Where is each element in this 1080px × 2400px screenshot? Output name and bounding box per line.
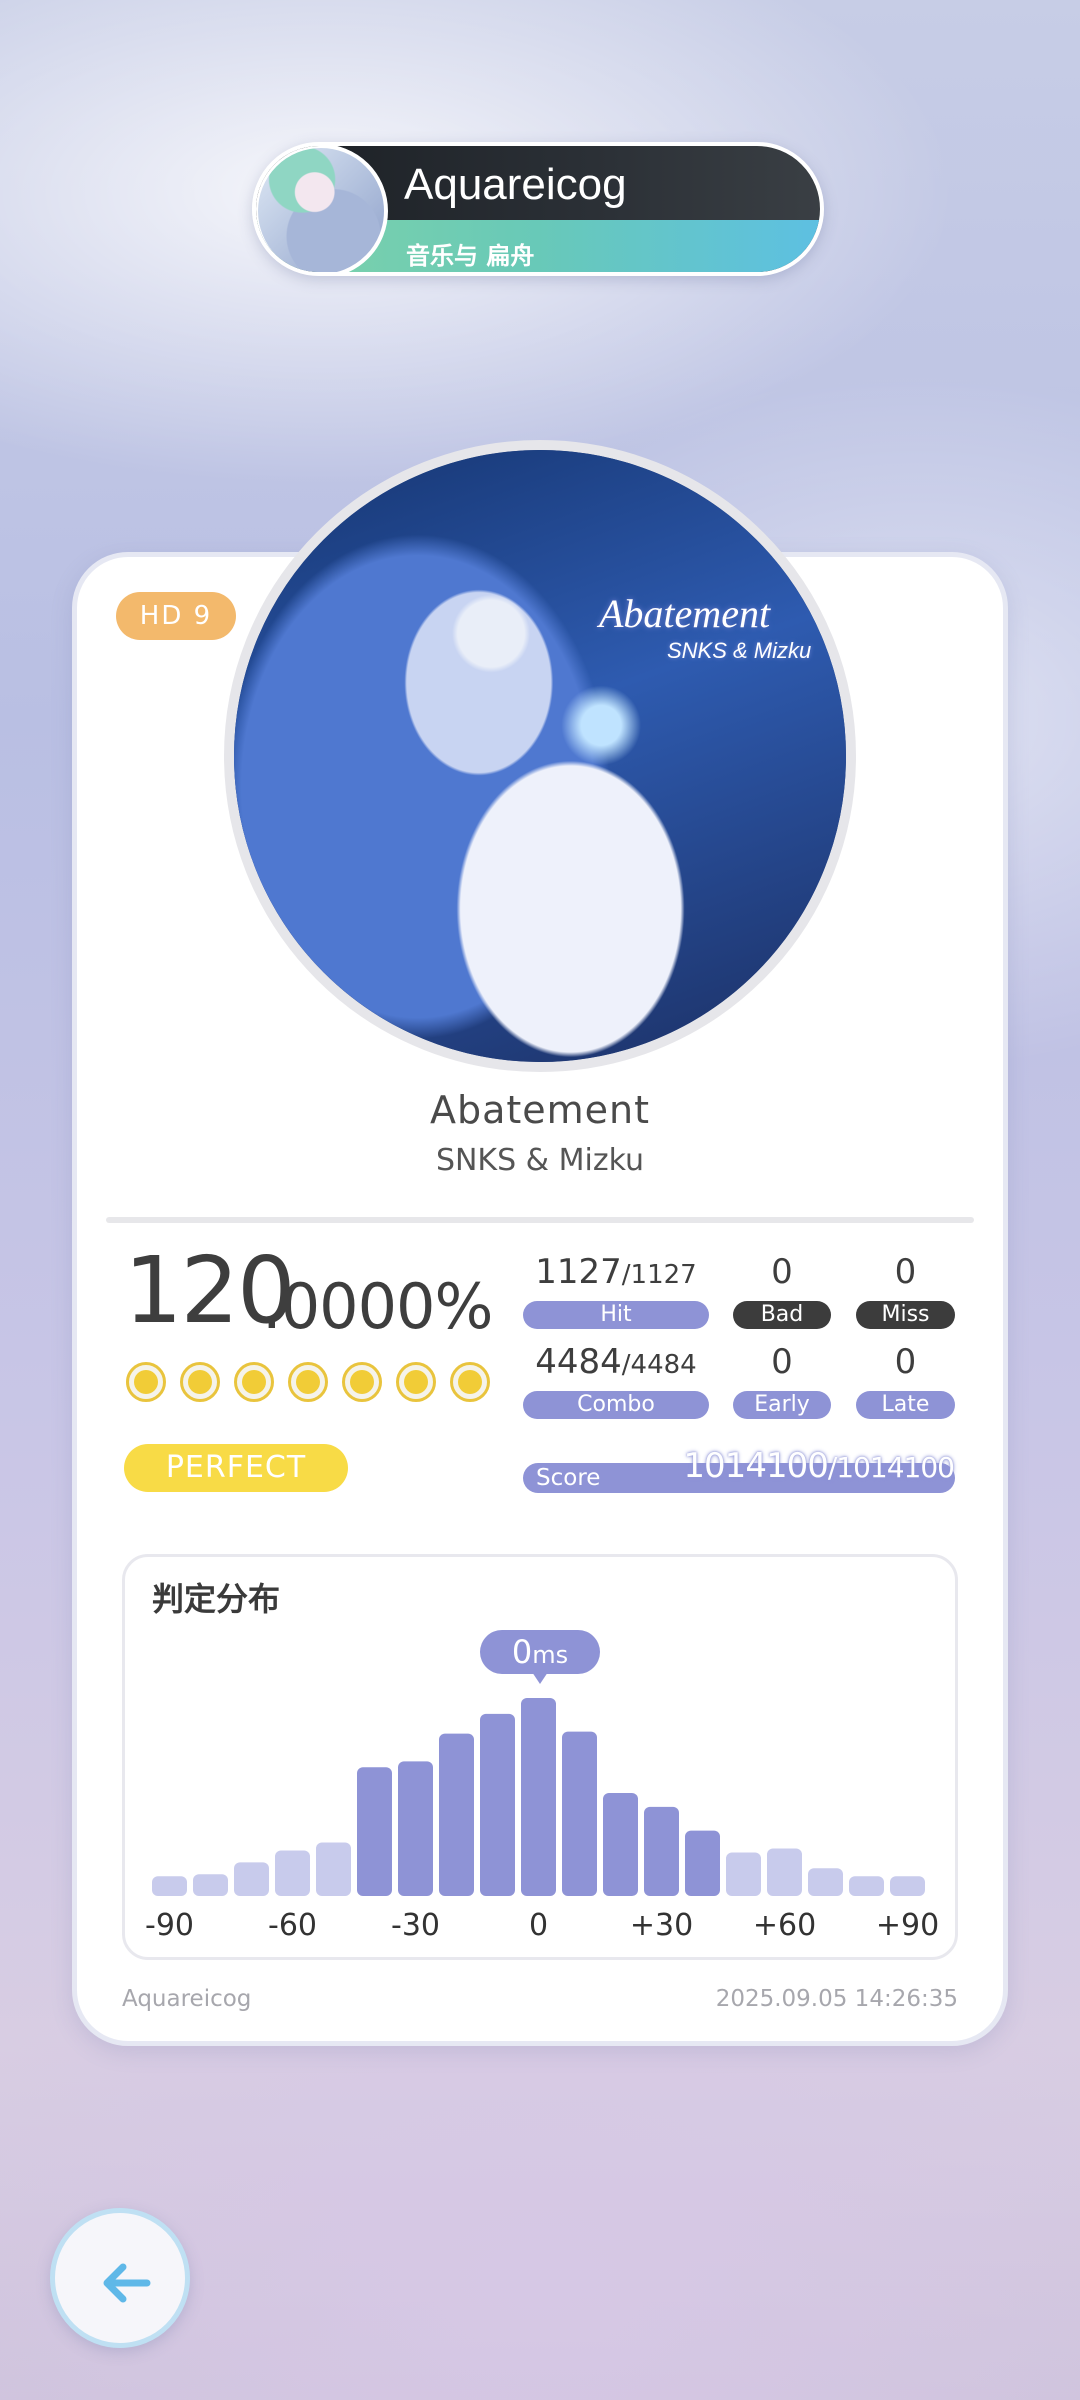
rating-badge: PERFECT [124,1444,348,1492]
cover-artist-text: SNKS & Mizku [667,638,812,663]
divider [106,1217,974,1223]
rank-dot [180,1362,220,1402]
score-count: 1014100/1014100 [683,1446,955,1486]
combo-label: Combo [523,1391,709,1419]
footer-player-name: Aquareicog [122,1986,252,2012]
footer-date: 2025.09.05 14:26:35 [715,1986,958,2012]
late-label: Late [856,1391,955,1419]
rank-dot [234,1362,274,1402]
axis-tick-label: +30 [629,1908,694,1943]
miss-value: 0 [894,1252,917,1292]
song-title: Abatement [429,1088,651,1132]
distribution-title: 判定分布 [152,1580,281,1618]
hit-label: Hit [523,1301,709,1329]
rank-dot [450,1362,490,1402]
rank-dot [396,1362,436,1402]
song-cover: Abatement SNKS & Mizku [224,440,856,1072]
rank-dot [342,1362,382,1402]
hit-count: 1127/1127 [523,1252,709,1292]
back-button[interactable] [50,2208,190,2348]
bad-value: 0 [771,1252,793,1292]
combo-total: /4484 [621,1350,697,1380]
accuracy-fraction: .0000% [262,1270,493,1343]
axis-tick-label: -60 [268,1908,317,1943]
hit-value: 1127 [535,1252,622,1292]
rank-dots [126,1362,490,1402]
axis-tick-label: -90 [145,1908,194,1943]
score-label: Score [536,1465,601,1491]
player-avatar [256,146,388,272]
late-value: 0 [894,1342,917,1382]
rank-dot [288,1362,328,1402]
miss-label: Miss [856,1301,955,1329]
combo-count: 4484/4484 [523,1342,709,1382]
early-value: 0 [771,1342,793,1382]
player-subtitle: 音乐与 扁舟 [406,242,535,270]
combo-value: 4484 [535,1342,622,1382]
song-artist: SNKS & Mizku [435,1143,645,1178]
axis-tick-label: +90 [875,1908,940,1943]
score-value: 1014100 [683,1446,828,1486]
difficulty-badge: HD 9 [116,592,236,640]
offset-unit: ms [532,1641,569,1669]
cover-title-text: Abatement [599,591,771,636]
player-name: Aquareicog [404,160,627,209]
early-label: Early [733,1391,831,1419]
axis-tick-label: -30 [391,1908,440,1943]
arrow-left-icon [103,2263,151,2303]
axis-tick-label: 0 [528,1908,549,1943]
offset-bubble: 0ms [480,1630,600,1684]
player-badge[interactable]: Aquareicog 音乐与 扁舟 [252,142,824,276]
axis-tick-label: +60 [752,1908,817,1943]
rank-dot [126,1362,166,1402]
score-total: /1014100 [827,1451,955,1484]
hit-total: /1127 [621,1260,697,1290]
cover-artwork [234,450,846,1062]
offset-value: 0 [511,1633,533,1671]
bad-label: Bad [733,1301,831,1329]
